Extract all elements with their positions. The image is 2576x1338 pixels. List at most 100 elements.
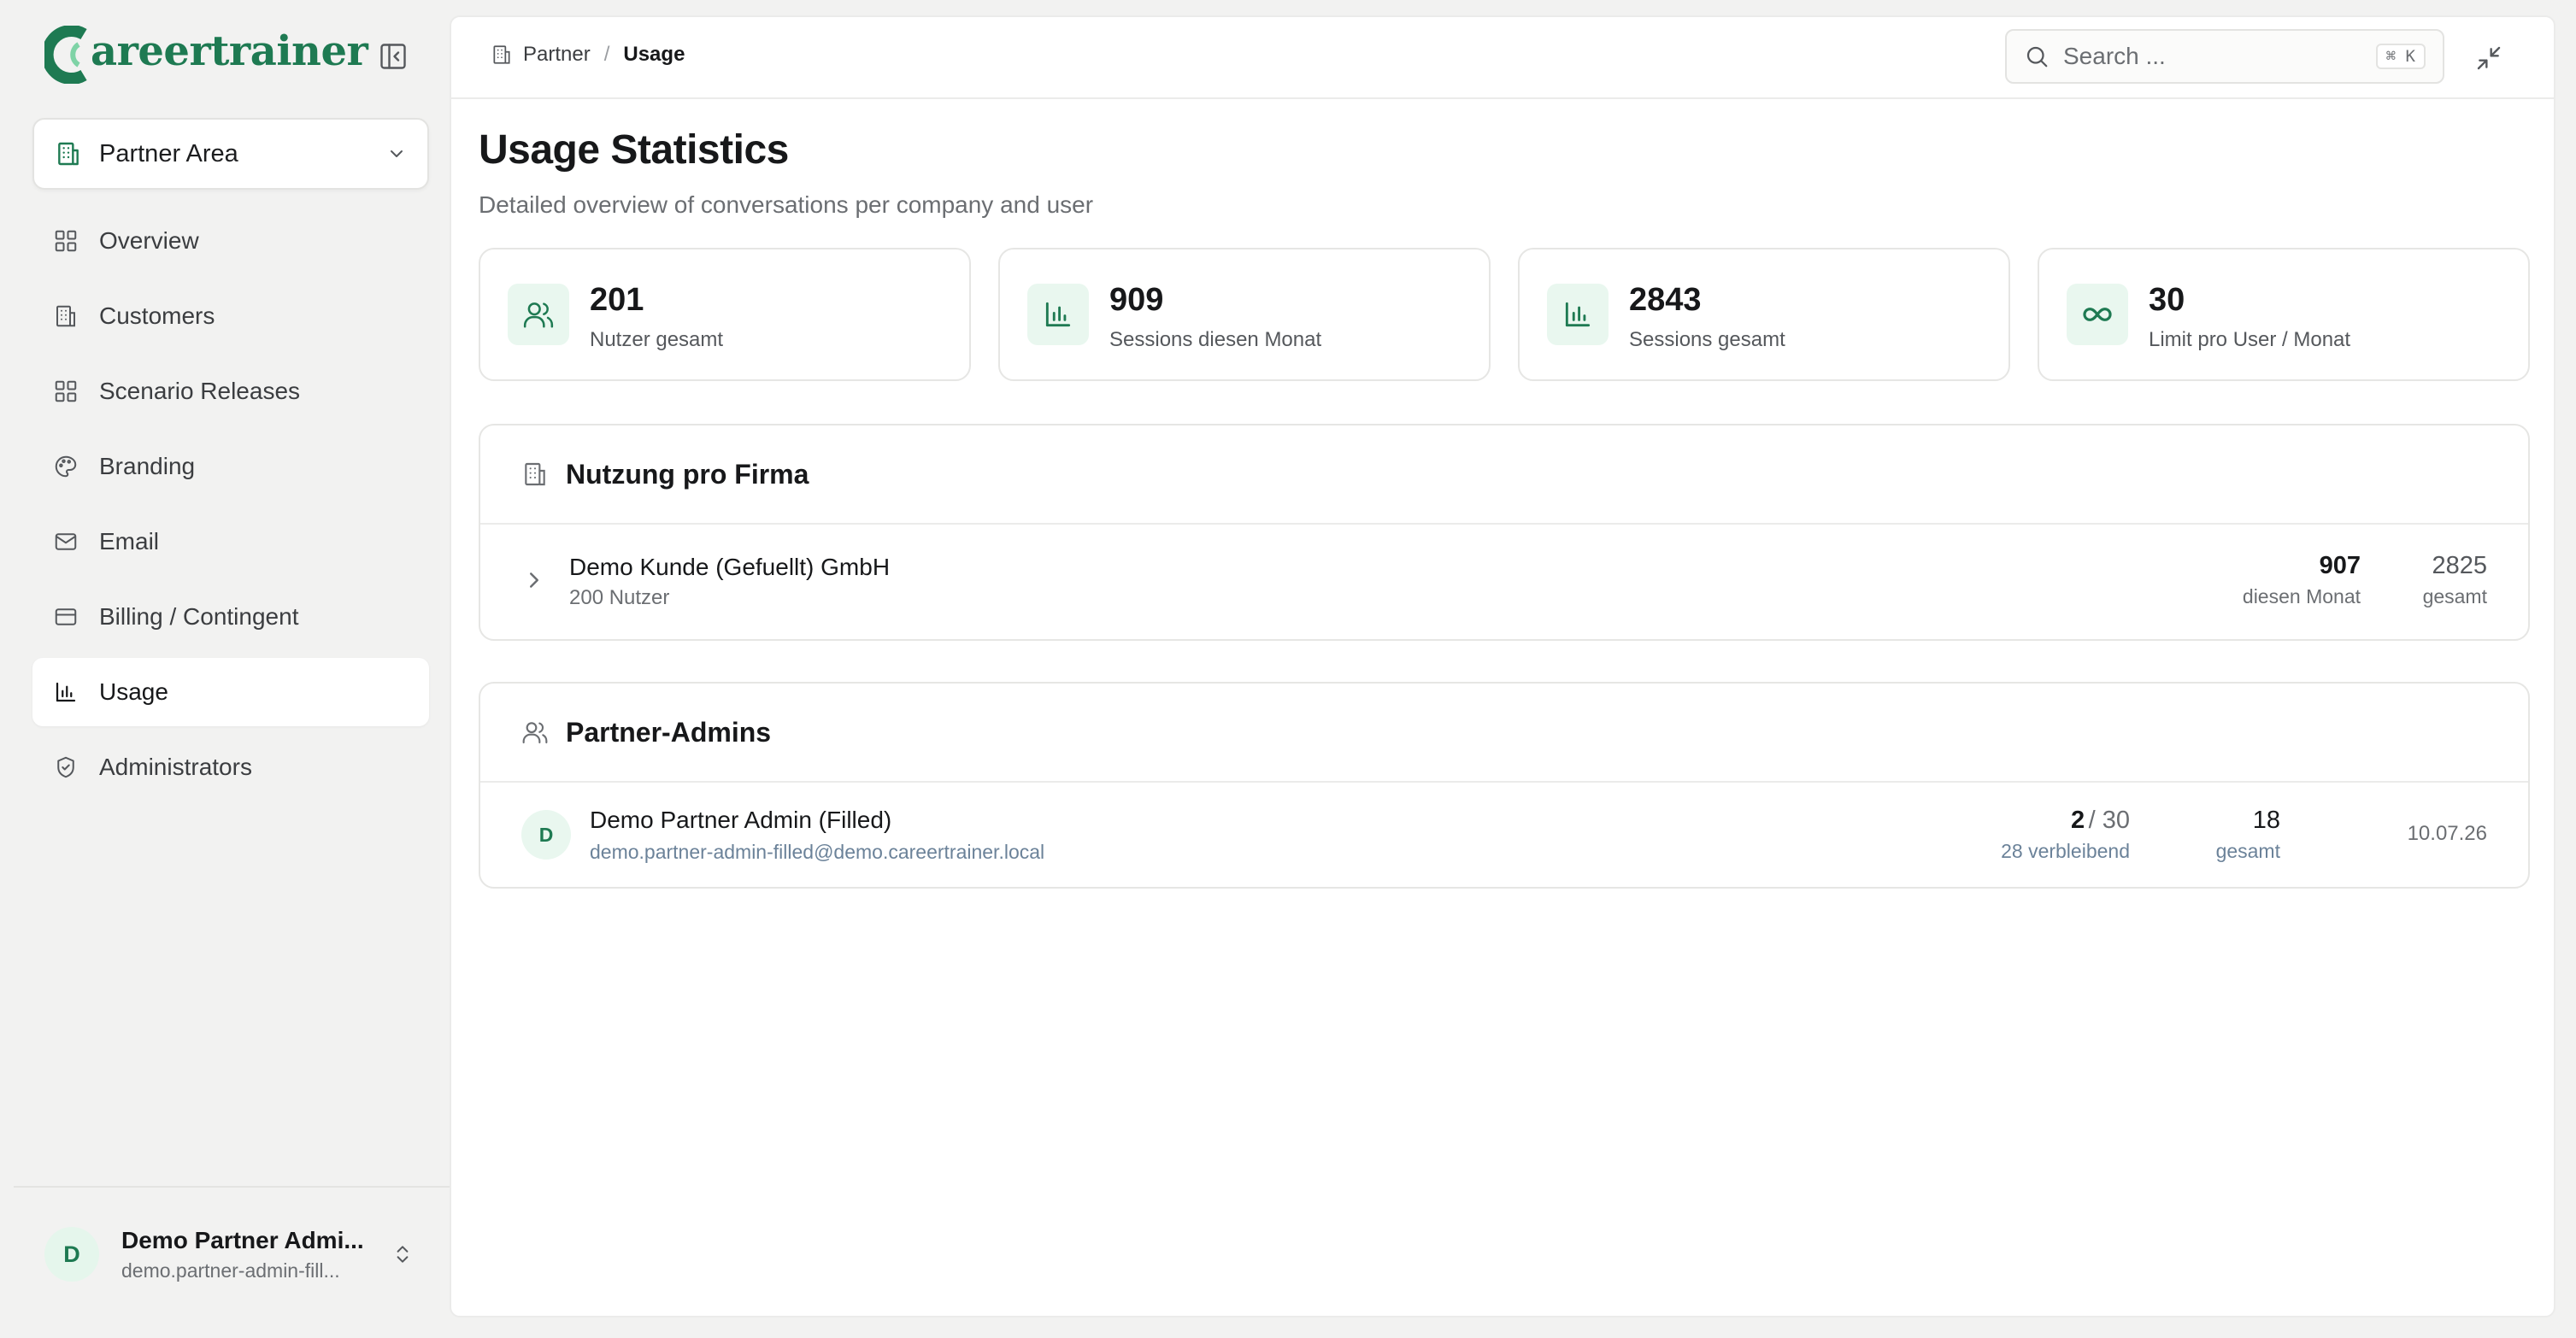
bar-chart-icon [1565,302,1591,327]
brand-row: areertrainer [44,24,412,89]
stat-card-sessions-total: 2843 Sessions gesamt [1518,248,2010,381]
sidebar-item-overview[interactable]: Overview [32,207,429,275]
stat-card-sessions-month: 909 Sessions diesen Monat [998,248,1491,381]
sidebar-item-label: Overview [99,227,199,254]
sidebar-nav: Overview Customers Scenario Releases Bra… [32,207,429,808]
minimize-view-button[interactable] [2470,39,2508,77]
stat-icon-wrap [508,284,569,345]
sidebar-item-usage[interactable]: Usage [32,658,429,726]
stat-value: 201 [590,282,644,318]
company-row[interactable]: Demo Kunde (Gefuellt) GmbH 200 Nutzer 90… [480,525,2528,639]
stat-value: 30 [2149,282,2185,318]
metric-value: 2825 [2432,552,2487,579]
sidebar-item-label: Billing / Contingent [99,603,299,630]
breadcrumb-current: Usage [623,43,685,66]
admin-quota: 2 / 30 28 verbleibend [2001,807,2130,863]
sidebar-item-label: Branding [99,453,196,479]
user-name: Demo Partner Admi... [121,1226,364,1253]
building-icon [56,305,75,327]
sidebar-item-label: Administrators [99,754,252,780]
avatar: D [521,810,571,860]
logo-icon [44,26,87,84]
stat-label: Nutzer gesamt [590,328,724,351]
stat-card-users-total: 201 Nutzer gesamt [479,248,971,381]
credit-card-icon [55,608,77,625]
quota-remaining: 28 verbleibend [2001,840,2130,862]
company-total-metric: 2825 gesamt [2423,552,2487,608]
breadcrumb-partner-link[interactable]: Partner [523,43,591,67]
quota-used: 2 [2071,807,2085,834]
admin-name: Demo Partner Admin (Filled) [590,807,892,833]
sidebar-toggle-icon [380,44,406,69]
app-root: areertrainer Partner Area Overview Custo… [0,0,2576,1338]
chevron-down-icon [391,150,403,157]
stat-card-limit-per-user: 30 Limit pro User / Monat [2038,248,2530,381]
card-title: Nutzung pro Firma [566,458,809,490]
sidebar-item-billing[interactable]: Billing / Contingent [32,583,429,651]
company-month-metric: 907 diesen Monat [2243,552,2361,608]
topbar: Partner / Usage ⌘ K [451,17,2554,99]
card-header: Nutzung pro Firma [480,425,2528,525]
search-shortcut-hint: ⌘ K [2375,44,2426,69]
card-title: Partner-Admins [566,716,772,748]
sidebar-item-branding[interactable]: Branding [32,432,429,501]
card-header: Partner-Admins [480,684,2528,783]
users-icon [523,302,554,328]
sidebar-item-label: Email [99,528,160,555]
infinity-icon [2083,308,2112,321]
sidebar-item-email[interactable]: Email [32,508,429,576]
sidebar-item-label: Scenario Releases [99,378,301,404]
chevron-right-icon [530,572,538,588]
metric-value: 907 [2319,552,2361,579]
grid-icon [55,230,77,252]
search-icon [2026,46,2048,67]
search-input[interactable] [2063,43,2354,70]
stat-value: 909 [1109,282,1164,318]
minimize-icon [2477,46,2501,70]
quota-limit: / 30 [2088,807,2130,834]
building-icon [493,45,510,64]
metric-caption: diesen Monat [2242,585,2361,607]
stat-value: 2843 [1629,282,1702,318]
sidebar-item-customers[interactable]: Customers [32,282,429,350]
sidebar-divider [14,1186,450,1188]
user-meta: Demo Partner Admi... demo.partner-admin-… [121,1227,369,1282]
breadcrumb-separator: / [603,43,610,66]
metric-value: 18 [2252,807,2280,834]
shield-icon [57,756,74,778]
admin-email: demo.partner-admin-filled@demo.careertra… [590,841,1045,863]
stat-label: Limit pro User / Monat [2149,328,2351,351]
collapse-sidebar-button[interactable] [374,38,412,75]
admin-date: 10.07.26 [2407,822,2487,845]
stat-label: Sessions diesen Monat [1109,328,1322,351]
sidebar: areertrainer Partner Area Overview Custo… [0,0,450,1338]
partner-admins-card: Partner-Admins D Demo Partner Admin (Fil… [479,682,2530,889]
sidebar-item-administrators[interactable]: Administrators [32,733,429,801]
user-menu[interactable]: D Demo Partner Admi... demo.partner-admi… [32,1213,429,1295]
bar-chart-icon [56,682,76,702]
main-panel: Partner / Usage ⌘ K Usage Statistics Det… [450,15,2555,1317]
stat-icon-wrap [1547,284,1609,345]
logo-text: areertrainer [91,27,368,75]
page-subtitle: Detailed overview of conversations per c… [479,191,1094,218]
metric-caption: gesamt [2215,840,2280,862]
stat-label: Sessions gesamt [1629,328,1785,351]
stat-icon-wrap [2067,284,2128,345]
sidebar-item-scenario-releases[interactable]: Scenario Releases [32,357,429,425]
company-usage-card: Nutzung pro Firma Demo Kunde (Gefuellt) … [479,424,2530,641]
area-selector-label: Partner Area [99,139,238,167]
users-icon [522,722,548,744]
building-icon [525,462,545,486]
metric-caption: gesamt [2422,585,2487,607]
area-selector[interactable]: Partner Area [32,118,429,190]
page-title: Usage Statistics [479,127,789,173]
breadcrumb: Partner / Usage [491,43,685,67]
search-box[interactable]: ⌘ K [2005,29,2444,84]
bar-chart-icon [1045,302,1071,327]
admin-row[interactable]: D Demo Partner Admin (Filled) demo.partn… [480,783,2528,887]
company-name: Demo Kunde (Gefuellt) GmbH [569,554,891,580]
stat-icon-wrap [1027,284,1089,345]
company-user-count: 200 Nutzer [569,586,670,609]
mail-icon [55,533,77,550]
admin-total-metric: 18 gesamt [2216,807,2280,863]
